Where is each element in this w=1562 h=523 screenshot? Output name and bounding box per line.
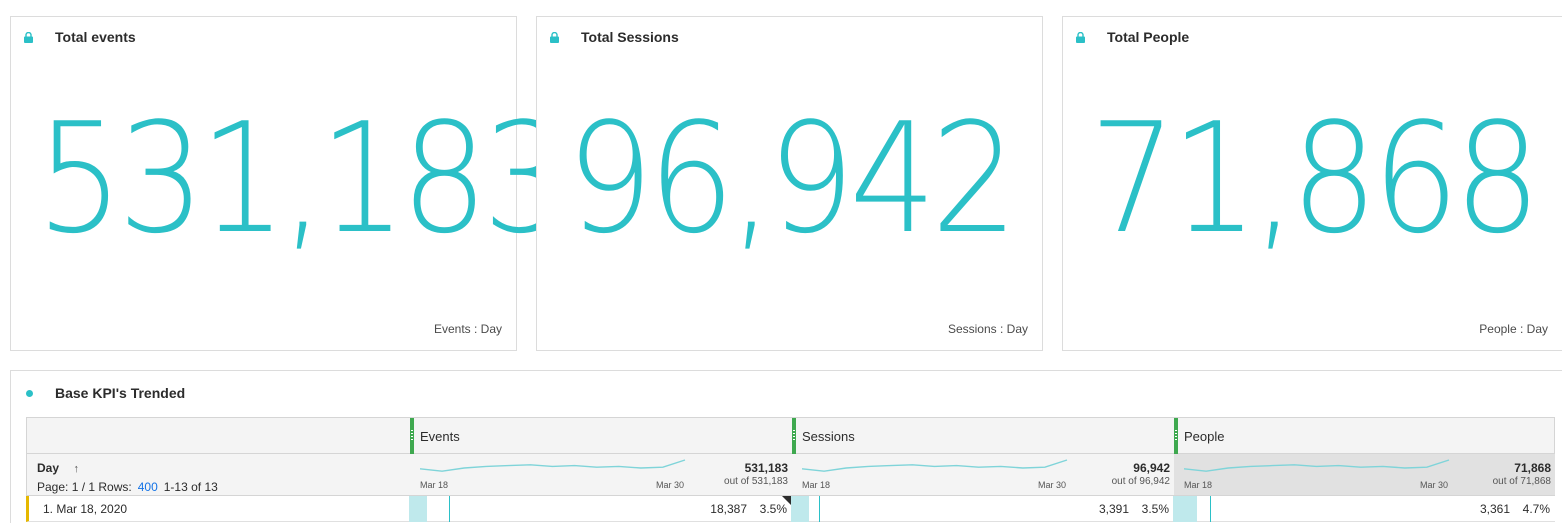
column-header-events[interactable]: Events xyxy=(410,418,792,455)
value-bar xyxy=(409,496,427,522)
summary-row: Day ↑ Page: 1 / 1 Rows: 400 1-13 of 13 Mar… xyxy=(26,454,1555,496)
lock-icon xyxy=(24,31,33,43)
column-header-sessions[interactable]: Sessions xyxy=(792,418,1174,455)
column-label: Events xyxy=(420,429,460,444)
column-out-of: out of 96,942 xyxy=(1111,476,1170,487)
cell-percent: 4.7% xyxy=(1522,502,1550,516)
sparkline-end: Mar 30 xyxy=(1420,480,1449,490)
paging-info: Page: 1 / 1 Rows: 400 1-13 of 13 xyxy=(37,480,218,494)
column-label: People xyxy=(1184,429,1225,444)
cell-sessions: 3,391 3.5% xyxy=(791,496,1173,522)
paging-range: 1-13 of 13 xyxy=(163,480,218,494)
flag-icon xyxy=(782,496,791,505)
day-dimension-cell: Day ↑ Page: 1 / 1 Rows: 400 1-13 of 13 xyxy=(37,459,218,494)
column-label: Sessions xyxy=(802,429,855,444)
kpi-card-sessions[interactable]: Total Sessions 96,942 Sessions : Day xyxy=(536,16,1043,351)
bar-marker xyxy=(449,496,450,522)
workspace: Total events 531,183 Events : Day Total … xyxy=(0,0,1562,523)
day-header[interactable]: Day xyxy=(37,461,59,475)
sparkline-end: Mar 30 xyxy=(1038,480,1067,490)
drag-handle-icon[interactable] xyxy=(1174,418,1178,454)
kpi-header: Total events xyxy=(24,29,136,45)
panel-header[interactable]: Base KPI's Trended xyxy=(26,385,185,401)
cell-people: 3,361 4.7% xyxy=(1173,496,1554,522)
kpi-value: 96,942 xyxy=(566,90,1018,267)
rows-per-page-link[interactable]: 400 xyxy=(138,480,158,494)
kpi-header: Total Sessions xyxy=(550,29,679,45)
value-bar xyxy=(791,496,809,522)
row-label: 1. Mar 18, 2020 xyxy=(43,502,128,516)
table-row[interactable]: 1. Mar 18, 2020 18,387 3.5% 3,391 3.5% 3… xyxy=(26,496,1555,522)
column-out-of: out of 71,868 xyxy=(1492,476,1551,487)
cell-value: 18,387 xyxy=(710,502,747,516)
sparkline xyxy=(802,459,1068,472)
sparkline-start: Mar 18 xyxy=(420,480,449,490)
kpi-footer: Events : Day xyxy=(433,322,502,336)
kpi-title: Total events xyxy=(55,29,136,45)
summary-people: Mar 18 Mar 30 71,868 out of 71,868 xyxy=(1174,454,1555,495)
drag-handle-icon[interactable] xyxy=(792,418,796,454)
arrow-up-icon[interactable]: ↑ xyxy=(73,463,79,475)
value-bar xyxy=(1173,496,1197,522)
column-total: 531,183 xyxy=(744,461,788,475)
kpi-footer: People : Day xyxy=(1479,322,1548,336)
bar-marker xyxy=(819,496,820,522)
sparkline xyxy=(420,459,686,472)
freeform-panel: Base KPI's Trended Events Sessions Peopl… xyxy=(10,370,1562,523)
kpi-card-people[interactable]: Total People 71,868 People : Day xyxy=(1062,16,1562,351)
dot-icon xyxy=(26,389,33,397)
sparkline xyxy=(1184,459,1450,472)
cell-percent: 3.5% xyxy=(1141,502,1169,516)
kpi-footer: Sessions : Day xyxy=(947,322,1028,336)
lock-icon xyxy=(1076,31,1085,43)
cell-value: 3,361 xyxy=(1479,502,1510,516)
column-header-row: Events Sessions People xyxy=(26,417,1555,454)
column-total: 96,942 xyxy=(1133,461,1170,475)
cell-value: 3,391 xyxy=(1098,502,1129,516)
column-header-people[interactable]: People xyxy=(1174,418,1555,455)
column-total: 71,868 xyxy=(1514,461,1551,475)
column-out-of: out of 531,183 xyxy=(724,476,788,487)
kpi-title: Total Sessions xyxy=(581,29,679,45)
summary-sessions: Mar 18 Mar 30 96,942 out of 96,942 xyxy=(792,454,1174,495)
sparkline-end: Mar 30 xyxy=(656,480,685,490)
panel-title: Base KPI's Trended xyxy=(55,385,186,401)
paging-prefix: Page: 1 / 1 Rows: xyxy=(37,480,132,494)
kpi-card-events[interactable]: Total events 531,183 Events : Day xyxy=(10,16,570,351)
kpi-value: 71,868 xyxy=(1089,90,1541,267)
drag-handle-icon[interactable] xyxy=(410,418,414,454)
kpi-title: Total People xyxy=(1107,29,1190,45)
summary-events: Mar 18 Mar 30 531,183 out of 531,183 xyxy=(410,454,792,495)
sparkline-start: Mar 18 xyxy=(802,480,831,490)
cell-events: 18,387 3.5% xyxy=(409,496,791,522)
sparkline-start: Mar 18 xyxy=(1184,480,1213,490)
lock-icon xyxy=(550,31,559,43)
kpi-value: 531,183 xyxy=(36,90,569,267)
freeform-table: Events Sessions People Day ↑ Page: 1 / 1… xyxy=(26,417,1555,522)
bar-marker xyxy=(1210,496,1211,522)
kpi-header: Total People xyxy=(1076,29,1189,45)
